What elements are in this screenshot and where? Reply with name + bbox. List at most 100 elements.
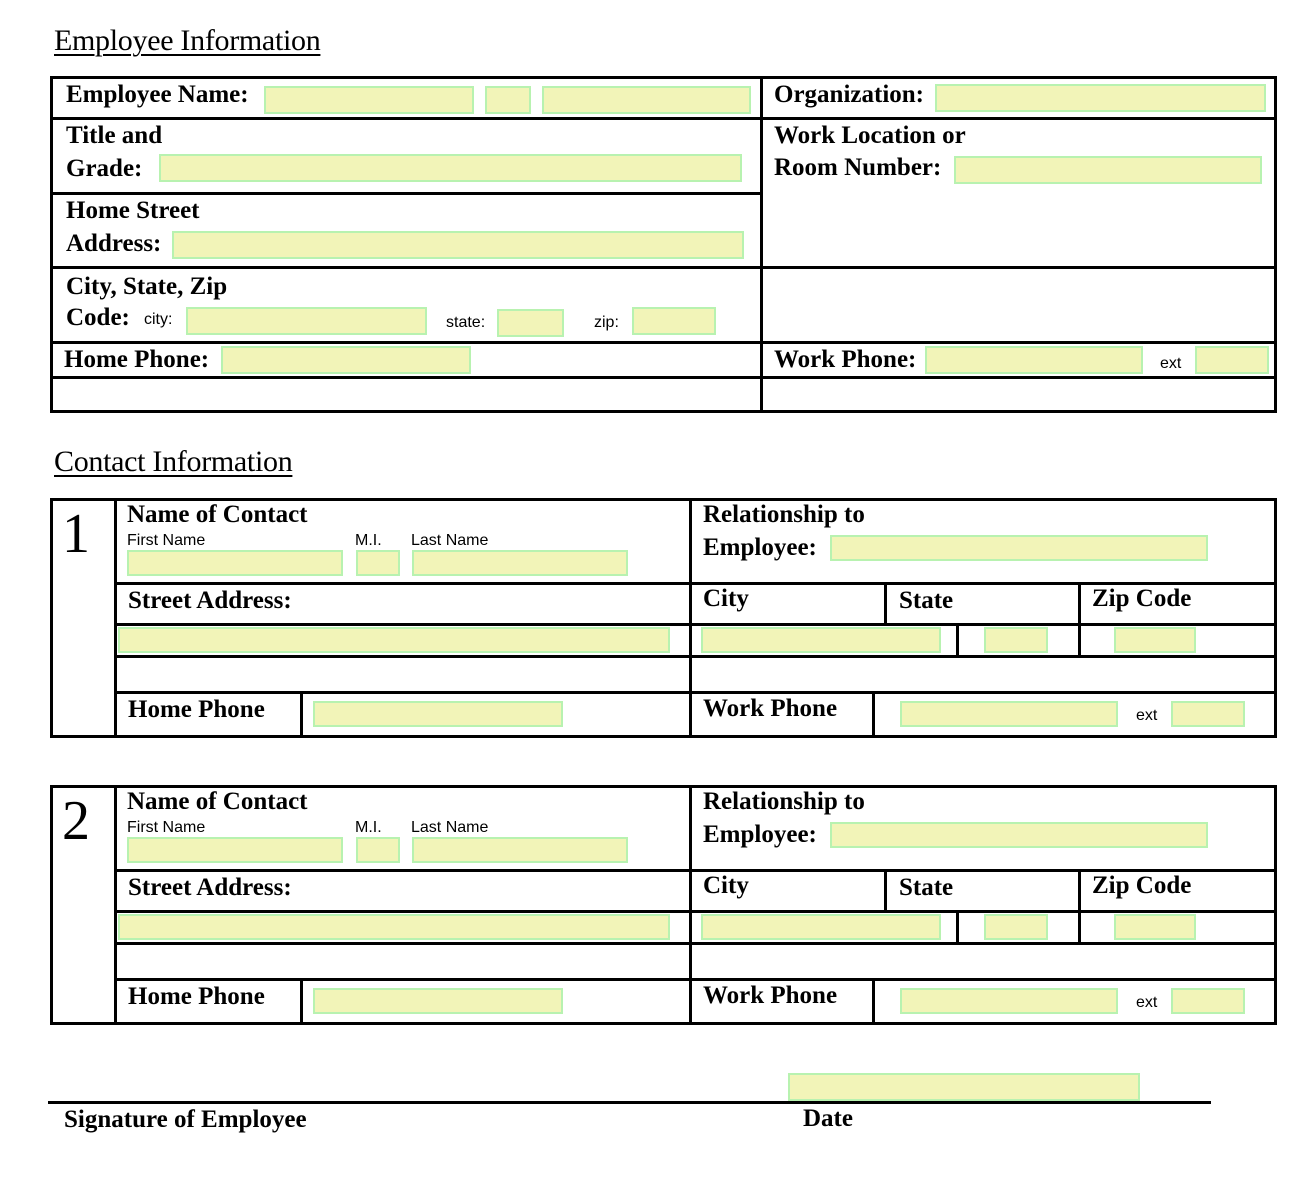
relationship-label-line1: Relationship to (703, 788, 865, 815)
employee-information-heading: Employee Information (54, 24, 321, 57)
employee-name-label: Employee Name: (66, 81, 249, 108)
home-phone-input[interactable] (221, 346, 471, 374)
contact-state-input[interactable] (984, 914, 1048, 940)
table-divider (872, 691, 875, 738)
contact-mi-input[interactable] (356, 550, 400, 576)
zip-code-label: Zip Code (1092, 872, 1192, 899)
mi-label: M.I. (355, 532, 382, 549)
contact-zip-input[interactable] (1114, 914, 1196, 940)
contact-first-name-input[interactable] (127, 550, 343, 576)
contact-state-input[interactable] (984, 627, 1048, 653)
table-border (50, 76, 1277, 79)
table-divider (50, 341, 1277, 344)
ext-label: ext (1136, 994, 1158, 1011)
work-phone-ext-label: ext (1160, 355, 1182, 372)
table-border (1274, 76, 1277, 413)
table-divider (50, 376, 1277, 379)
signature-line (48, 1101, 1211, 1104)
employee-first-name-input[interactable] (264, 86, 474, 114)
table-divider (760, 76, 763, 413)
contact-number: 1 (62, 503, 90, 565)
work-phone-ext-input[interactable] (1195, 346, 1269, 374)
table-divider (114, 910, 1277, 913)
city-label: City (703, 585, 749, 612)
relationship-input[interactable] (830, 822, 1208, 848)
contact-ext-input[interactable] (1171, 701, 1245, 727)
first-name-label: First Name (127, 819, 206, 836)
relationship-label-line1: Relationship to (703, 501, 865, 528)
table-divider (300, 691, 303, 738)
table-divider (50, 266, 1277, 269)
zip-input[interactable] (632, 307, 716, 335)
date-input[interactable] (788, 1073, 1140, 1101)
table-divider (872, 978, 875, 1025)
last-name-label: Last Name (411, 819, 489, 836)
city-label: City (703, 872, 749, 899)
organization-label: Organization: (774, 81, 924, 108)
contact-last-name-input[interactable] (412, 837, 628, 863)
home-street-input[interactable] (172, 231, 744, 259)
relationship-label-line2: Employee: (703, 821, 817, 848)
title-grade-label-line2: Grade: (66, 155, 143, 182)
home-phone-label: Home Phone: (64, 346, 210, 373)
table-border (50, 735, 1277, 738)
table-divider (884, 869, 887, 913)
contact-last-name-input[interactable] (412, 550, 628, 576)
city-state-zip-label-line1: City, State, Zip (66, 273, 228, 300)
home-phone-label: Home Phone (128, 696, 265, 723)
contact-street-input[interactable] (118, 627, 670, 653)
city-input[interactable] (186, 307, 427, 335)
table-divider (50, 117, 1277, 120)
work-location-label-line1: Work Location or (774, 122, 966, 149)
first-name-label: First Name (127, 532, 206, 549)
table-border (50, 410, 1277, 413)
table-divider (50, 192, 762, 195)
relationship-label-line2: Employee: (703, 534, 817, 561)
contact-work-phone-input[interactable] (900, 988, 1118, 1014)
contact-home-phone-input[interactable] (313, 988, 563, 1014)
zip-code-label: Zip Code (1092, 585, 1192, 612)
contact-city-input[interactable] (701, 627, 941, 653)
table-divider (1078, 582, 1081, 658)
ext-label: ext (1136, 707, 1158, 724)
table-border (1274, 498, 1277, 738)
contact-work-phone-input[interactable] (900, 701, 1118, 727)
table-border (50, 76, 53, 413)
table-divider (114, 498, 117, 738)
street-address-label: Street Address: (128, 874, 292, 901)
contact-information-heading: Contact Information (54, 445, 293, 478)
contact-mi-input[interactable] (356, 837, 400, 863)
title-grade-label-line1: Title and (66, 122, 163, 149)
table-divider (114, 623, 1277, 626)
signature-of-employee-label: Signature of Employee (64, 1106, 307, 1133)
contact-first-name-input[interactable] (127, 837, 343, 863)
contact-number: 2 (62, 790, 90, 852)
contact-street-input[interactable] (118, 914, 670, 940)
contact-home-phone-input[interactable] (313, 701, 563, 727)
state-input[interactable] (497, 309, 564, 337)
employee-mi-input[interactable] (485, 86, 531, 114)
table-divider (884, 582, 887, 626)
contact-zip-input[interactable] (1114, 627, 1196, 653)
table-divider (300, 978, 303, 1025)
organization-input[interactable] (935, 84, 1266, 112)
work-phone-input[interactable] (925, 346, 1143, 374)
table-divider (114, 691, 1277, 694)
work-phone-label: Work Phone (703, 982, 838, 1009)
city-state-zip-label-line2: Code: (66, 304, 130, 331)
street-address-label: Street Address: (128, 587, 292, 614)
home-phone-label: Home Phone (128, 983, 265, 1010)
title-grade-input[interactable] (159, 154, 742, 182)
state-label: State (899, 587, 954, 614)
date-label: Date (803, 1105, 853, 1132)
table-border (50, 498, 53, 738)
state-label: State (899, 874, 954, 901)
contact-city-input[interactable] (701, 914, 941, 940)
contact-ext-input[interactable] (1171, 988, 1245, 1014)
relationship-input[interactable] (830, 535, 1208, 561)
table-divider (114, 978, 1277, 981)
work-location-input[interactable] (954, 156, 1262, 184)
employee-last-name-input[interactable] (542, 86, 751, 114)
zip-sublabel: zip: (594, 314, 619, 331)
work-phone-label: Work Phone (703, 695, 838, 722)
